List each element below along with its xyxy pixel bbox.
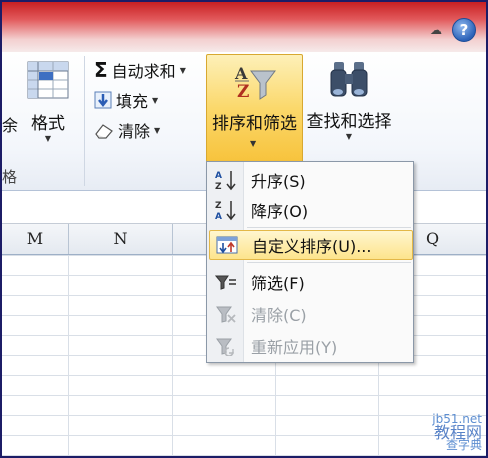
column-header-m[interactable]: M	[2, 224, 69, 254]
cut-off-label: 余	[2, 116, 19, 135]
sort-filter-button[interactable]: A Z 排序和筛选 ▼	[206, 54, 303, 163]
chevron-down-icon: ▼	[250, 139, 257, 148]
filter-icon	[209, 268, 243, 296]
sort-ascending-icon: A Z	[209, 166, 243, 194]
clear-label: 清除	[118, 122, 151, 141]
excel-window: ☁ ? 余 格式 ▼ Σ 自动求和 ▼ 填充 ▼ 清除 ▼ A Z 排序和筛选 …	[0, 0, 488, 458]
grid-line	[68, 255, 69, 456]
chevron-down-icon: ▼	[345, 132, 353, 141]
svg-text:Z: Z	[237, 82, 249, 102]
menu-separator	[247, 262, 411, 263]
sort-descending-icon: Z A	[209, 196, 243, 224]
svg-text:A: A	[215, 171, 222, 181]
binoculars-icon	[330, 62, 368, 97]
menu-item-reapply: 重新应用(Y)	[209, 332, 411, 360]
group-label: 格	[2, 168, 18, 186]
title-controls: ☁ ?	[430, 18, 476, 42]
eraser-icon	[95, 124, 113, 139]
help-button[interactable]: ?	[452, 18, 476, 42]
svg-text:Z: Z	[215, 182, 222, 192]
fill-button[interactable]: 填充 ▼	[94, 88, 158, 112]
chevron-down-icon: ▼	[179, 65, 186, 75]
sort-filter-icon: A Z	[234, 64, 276, 102]
sort-filter-label: 排序和筛选	[212, 114, 297, 134]
format-label: 格式	[31, 114, 65, 134]
clear-filter-icon	[209, 300, 243, 328]
sigma-icon: Σ	[94, 58, 108, 82]
ribbon-separator	[84, 56, 85, 186]
menu-item-filter[interactable]: 筛选(F)	[209, 268, 411, 296]
title-bar: ☁ ?	[2, 2, 486, 52]
menu-item-label: 筛选(F)	[251, 274, 305, 293]
clear-button[interactable]: 清除 ▼	[94, 118, 160, 142]
format-button[interactable]: 格式 ▼	[22, 56, 74, 143]
minimize-ribbon-icon[interactable]: ☁	[430, 24, 444, 36]
autosum-label: 自动求和	[111, 62, 176, 81]
menu-item-label: 重新应用(Y)	[251, 338, 338, 357]
menu-item-label: 自定义排序(U)...	[252, 237, 372, 256]
menu-item-label: 升序(S)	[251, 172, 306, 191]
svg-text:Z: Z	[215, 201, 222, 211]
menu-item-sort-descending[interactable]: Z A 降序(O)	[209, 196, 411, 224]
format-cells-icon	[27, 61, 69, 99]
find-select-button[interactable]: 查找和选择 ▼	[304, 56, 394, 141]
custom-sort-icon	[210, 231, 244, 259]
menu-item-clear-filter: 清除(C)	[209, 300, 411, 328]
sort-filter-menu: A Z 升序(S) Z A 降序(O) 自定义排序(U)... 筛选(F) 清除…	[206, 161, 414, 363]
menu-item-custom-sort[interactable]: 自定义排序(U)...	[209, 230, 413, 260]
menu-separator	[247, 227, 411, 228]
menu-item-sort-ascending[interactable]: A Z 升序(S)	[209, 166, 411, 194]
find-select-label: 查找和选择	[306, 112, 392, 132]
menu-item-label: 降序(O)	[251, 202, 309, 221]
watermark: jb51.net 教程网 查字典	[432, 413, 482, 452]
reapply-filter-icon	[209, 332, 243, 360]
fill-label: 填充	[116, 92, 149, 111]
svg-text:A: A	[234, 64, 248, 83]
chevron-down-icon: ▼	[44, 134, 52, 143]
menu-item-label: 清除(C)	[251, 306, 307, 325]
chevron-down-icon: ▼	[152, 95, 159, 105]
column-header-n[interactable]: N	[69, 224, 173, 254]
grid-line	[172, 255, 173, 456]
chevron-down-icon: ▼	[154, 125, 161, 135]
svg-text:A: A	[215, 212, 222, 222]
fill-down-icon	[94, 91, 112, 109]
autosum-button[interactable]: Σ 自动求和 ▼	[94, 58, 186, 82]
